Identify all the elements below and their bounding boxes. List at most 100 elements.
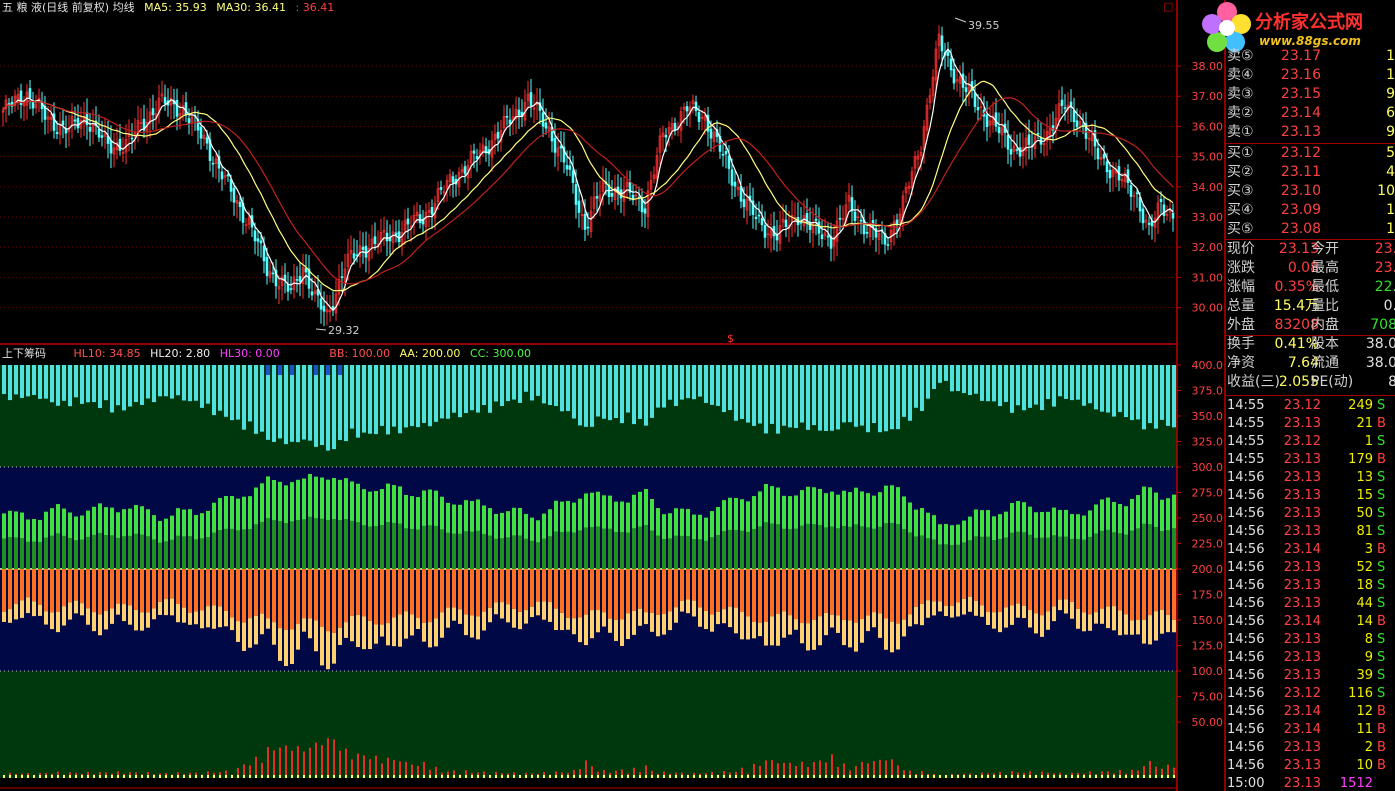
bright-green-bar — [596, 491, 600, 527]
tick-row[interactable]: 14:56 23.13 44 S — [1225, 595, 1387, 613]
tick-row[interactable]: 14:56 23.13 9 S — [1225, 649, 1387, 667]
bright-green-bar — [608, 495, 612, 529]
orange-bar — [422, 569, 426, 623]
cyan-bar — [506, 365, 510, 402]
tick-row[interactable]: 14:56 23.13 15 S — [1225, 487, 1387, 505]
yellow-bar — [104, 611, 108, 630]
bright-green-bar — [86, 510, 90, 537]
buy-level-row[interactable]: 买② 23.11 4 — [1227, 163, 1395, 182]
tick-row[interactable]: 14:56 23.14 14 B — [1225, 613, 1387, 631]
sell-level-row[interactable]: 卖⑤ 23.17 1 — [1227, 47, 1395, 66]
tick-row[interactable]: 14:56 23.13 39 S — [1225, 667, 1387, 685]
yellow-base-bar — [1011, 775, 1013, 778]
orange-bar — [464, 569, 468, 615]
buy-level-row[interactable]: 买⑤ 23.08 1 — [1227, 220, 1395, 239]
bright-green-bar — [134, 505, 138, 534]
sell-level-row[interactable]: 卖② 23.14 6 — [1227, 104, 1395, 123]
cyan-bar — [566, 365, 570, 411]
cyan-bar — [674, 365, 678, 406]
stock-title[interactable]: 五 粮 液(日线 前复权) 均线 — [2, 1, 135, 14]
orange-bar — [440, 569, 444, 613]
tick-volume: 116 — [1348, 686, 1373, 701]
orange-bar — [656, 569, 660, 615]
tick-row[interactable]: 15:00 23.13 1512 — [1225, 775, 1387, 791]
tick-row[interactable]: 14:56 23.14 3 B — [1225, 541, 1387, 559]
tick-row[interactable]: 14:56 23.14 11 B — [1225, 721, 1387, 739]
tick-volume: 11 — [1356, 722, 1373, 737]
cyan-bar — [962, 365, 966, 394]
yellow-bar — [62, 606, 66, 626]
buy-level-row[interactable]: 买③ 23.10 10 — [1227, 182, 1395, 201]
sell-level-row[interactable]: 卖① 23.13 9 — [1227, 123, 1395, 142]
sell-level-row[interactable]: 卖③ 23.15 9 — [1227, 85, 1395, 104]
candle-body — [940, 35, 944, 52]
bright-green-bar — [422, 490, 426, 526]
tick-row[interactable]: 14:55 23.12 1 S — [1225, 433, 1387, 451]
bright-green-bar — [212, 502, 216, 533]
yellow-base-bar — [405, 775, 407, 778]
orange-bar — [2, 569, 6, 612]
cyan-bar — [362, 365, 366, 433]
tick-row[interactable]: 14:56 23.13 2 B — [1225, 739, 1387, 757]
tick-row[interactable]: 14:56 23.13 50 S — [1225, 505, 1387, 523]
orange-bar — [560, 569, 564, 613]
tick-row[interactable]: 14:56 23.13 8 S — [1225, 631, 1387, 649]
maximize-box[interactable]: □ — [1163, 0, 1173, 13]
yellow-bar — [164, 599, 168, 616]
yellow-base-bar — [1029, 775, 1031, 778]
candle-body — [985, 114, 989, 128]
tick-row[interactable]: 14:55 23.13 179 B — [1225, 451, 1387, 469]
tick-row[interactable]: 14:56 23.13 52 S — [1225, 559, 1387, 577]
tick-row[interactable]: 14:56 23.13 18 S — [1225, 577, 1387, 595]
bright-green-bar — [704, 517, 708, 541]
tick-row[interactable]: 14:56 23.13 13 S — [1225, 469, 1387, 487]
candle-body — [949, 58, 953, 71]
yellow-base-bar — [1077, 775, 1079, 778]
candle-body — [544, 122, 548, 129]
tick-row[interactable]: 14:56 23.12 116 S — [1225, 685, 1387, 703]
bright-green-bar — [1016, 501, 1020, 532]
cyan-bar — [20, 365, 24, 398]
tick-direction: B — [1377, 758, 1386, 773]
bright-green-bar — [668, 513, 672, 539]
orange-bar — [758, 569, 762, 623]
candle-body — [322, 305, 326, 312]
candle-body — [976, 107, 980, 111]
yellow-base-bar — [399, 775, 401, 778]
candle-body — [286, 283, 290, 292]
orange-bar — [176, 569, 180, 604]
tick-row[interactable]: 14:55 23.12 249 S — [1225, 397, 1387, 415]
orange-bar — [920, 569, 924, 604]
tick-row[interactable]: 14:56 23.13 10 B — [1225, 757, 1387, 775]
buy-level-row[interactable]: 买④ 23.09 1 — [1227, 201, 1395, 220]
bright-green-bar — [326, 479, 330, 520]
yellow-bar — [194, 611, 198, 625]
yellow-bar — [734, 607, 738, 634]
orange-bar — [260, 569, 264, 614]
indicator-name[interactable]: 上下筹码 — [2, 347, 46, 360]
sell-level-row[interactable]: 卖④ 23.16 1 — [1227, 66, 1395, 85]
candlesticks[interactable] — [1, 25, 1175, 327]
orange-bar — [410, 569, 414, 615]
sell-level-label: 卖③ — [1227, 86, 1254, 102]
tick-volume: 81 — [1356, 524, 1373, 539]
cyan-bar — [236, 365, 240, 420]
yellow-base-bar — [1035, 775, 1037, 778]
yellow-base-bar — [867, 775, 869, 778]
orange-bar — [542, 569, 546, 602]
tick-price: 23.13 — [1283, 632, 1321, 647]
yellow-base-bar — [363, 775, 365, 778]
yellow-bar — [398, 614, 402, 647]
quote-label-2: 最高 — [1311, 260, 1339, 276]
cyan-bar — [422, 365, 426, 423]
yellow-base-bar — [1047, 775, 1049, 778]
cyan-bar — [1136, 365, 1140, 420]
tick-row[interactable]: 14:56 23.13 81 S — [1225, 523, 1387, 541]
buy-level-row[interactable]: 买① 23.12 5 — [1227, 144, 1395, 163]
tick-row[interactable]: 14:56 23.14 12 B — [1225, 703, 1387, 721]
bright-green-bar — [122, 509, 126, 537]
yellow-bar — [446, 607, 450, 628]
tick-row[interactable]: 14:55 23.13 21 B — [1225, 415, 1387, 433]
candle-body — [583, 213, 587, 230]
candle-body — [1102, 154, 1106, 159]
